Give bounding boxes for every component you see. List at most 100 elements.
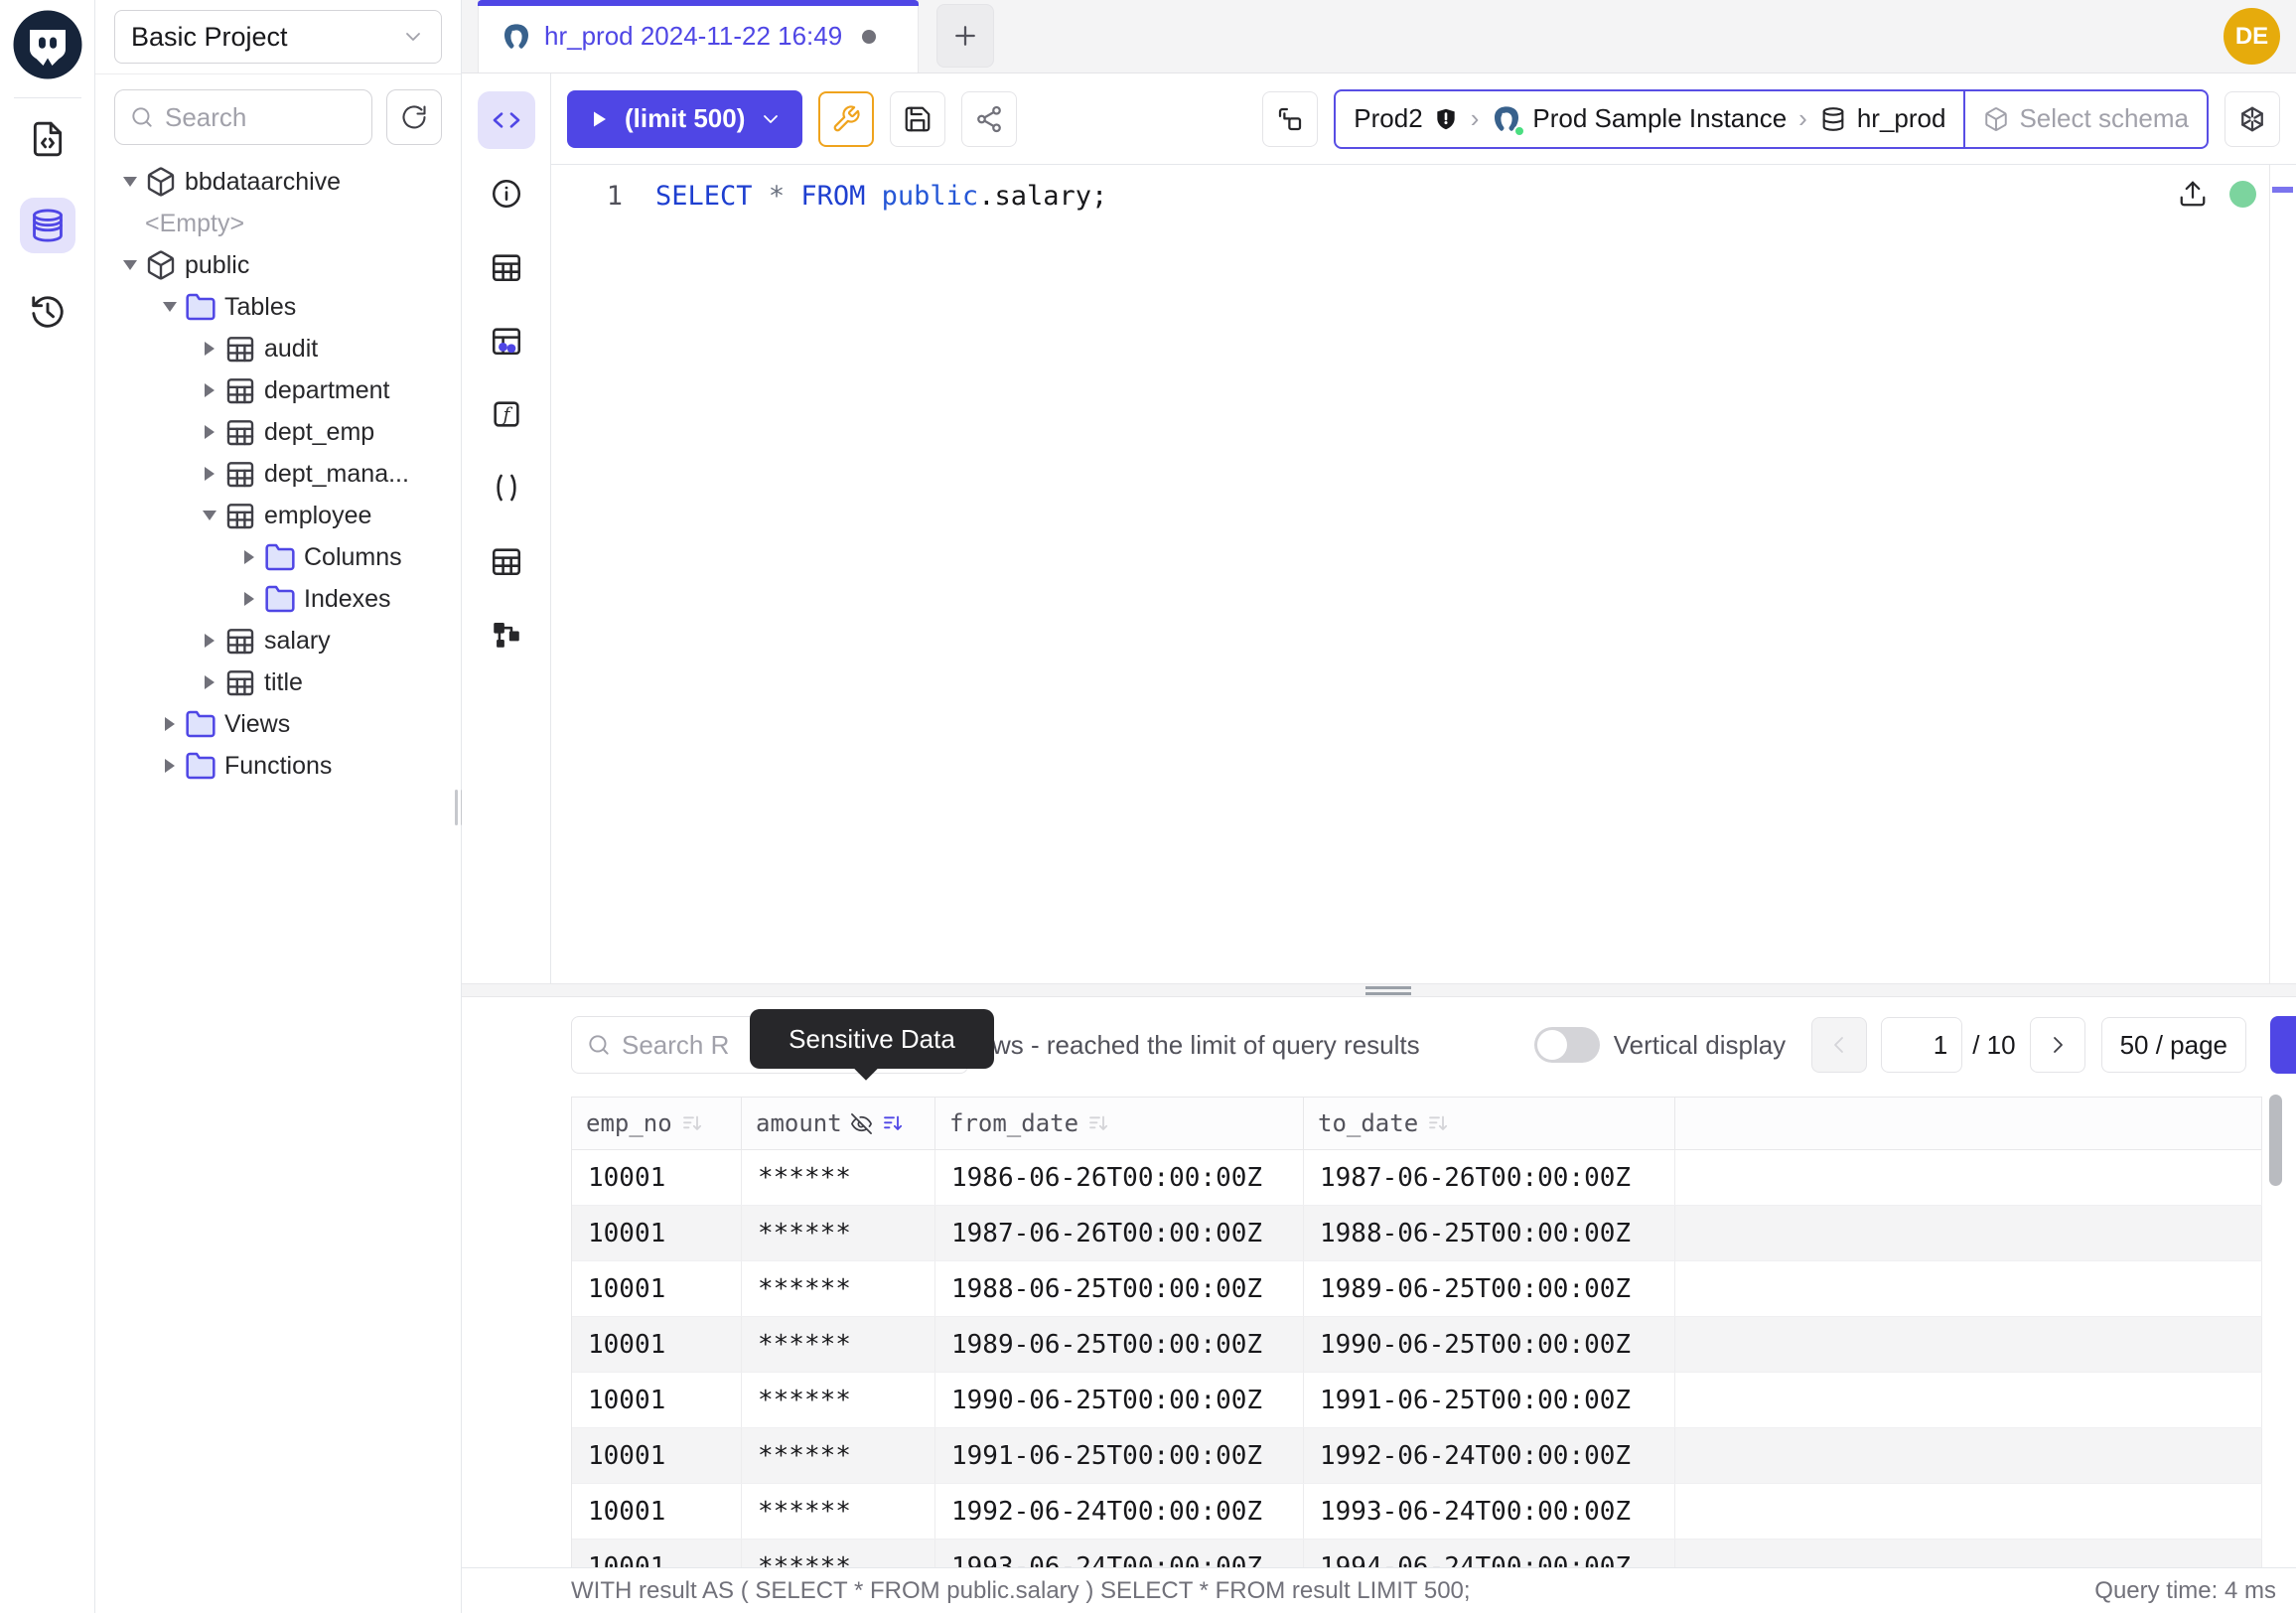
toggle-knob <box>1537 1030 1567 1060</box>
sql-code[interactable]: SELECT * FROM public.salary; <box>623 177 1107 217</box>
share-sheet-button[interactable] <box>961 91 1017 147</box>
sort-icon[interactable] <box>1426 1111 1450 1135</box>
next-page-button[interactable] <box>2030 1017 2085 1073</box>
tree-node-columns[interactable]: Columns <box>95 536 461 578</box>
tree-node-dept_emp[interactable]: dept_emp <box>95 411 461 453</box>
sort-icon[interactable] <box>680 1111 704 1135</box>
tree-node-tables[interactable]: Tables <box>95 286 461 328</box>
grid-scrollbar-thumb[interactable] <box>2269 1095 2282 1186</box>
column-label: from_date <box>949 1109 1078 1137</box>
caret-down-icon[interactable] <box>115 177 145 187</box>
connection-breadcrumb[interactable]: Prod2 › Prod Sample Instance › <box>1334 89 2209 149</box>
caret-right-icon[interactable] <box>155 717 185 731</box>
svg-text:f: f <box>501 405 512 426</box>
page-number-input[interactable] <box>1881 1017 1962 1073</box>
new-tab-button[interactable] <box>936 4 994 68</box>
strip-procedures-button[interactable] <box>478 459 535 516</box>
strip-external-tables-button[interactable] <box>478 532 535 590</box>
editor-minimap[interactable] <box>2269 165 2296 983</box>
ai-assistant-icon <box>2237 104 2267 134</box>
project-select[interactable]: Basic Project <box>114 10 442 64</box>
caret-right-icon[interactable] <box>195 634 224 648</box>
column-header-from_date[interactable]: from_date <box>935 1098 1304 1149</box>
column-header-amount[interactable]: amount <box>742 1098 935 1149</box>
caret-down-icon[interactable] <box>195 511 224 520</box>
table-icon <box>224 416 256 448</box>
caret-right-icon[interactable] <box>195 425 224 439</box>
tree-node-audit[interactable]: audit <box>95 328 461 369</box>
export-edge-button[interactable] <box>2270 1016 2296 1074</box>
eye-off-icon[interactable] <box>850 1112 873 1135</box>
tree-node-employee[interactable]: employee <box>95 495 461 536</box>
ai-assistant-button[interactable] <box>2224 91 2280 147</box>
upload-icon[interactable] <box>2178 179 2208 209</box>
tree-node-functions[interactable]: Functions <box>95 745 461 787</box>
sort-icon[interactable] <box>881 1111 905 1135</box>
tree-node-salary[interactable]: salary <box>95 620 461 661</box>
rail-history-button[interactable] <box>20 284 75 340</box>
chevron-left-icon <box>1827 1033 1851 1057</box>
project-select-label: Basic Project <box>131 22 288 53</box>
tree-node-title[interactable]: title <box>95 661 461 703</box>
connection-button[interactable] <box>1262 91 1318 147</box>
caret-right-icon[interactable] <box>234 550 264 564</box>
page-size-select[interactable]: 50 / page <box>2101 1017 2246 1073</box>
vertical-display-toggle[interactable] <box>1534 1027 1600 1063</box>
caret-right-icon[interactable] <box>195 342 224 356</box>
strip-tables-button[interactable] <box>478 238 535 296</box>
format-sql-button[interactable] <box>818 91 874 147</box>
caret-down-icon[interactable] <box>155 302 185 312</box>
prev-page-button[interactable] <box>1811 1017 1867 1073</box>
tooltip-text: Sensitive Data <box>789 1024 955 1055</box>
table-cell: 1992-06-24T00:00:00Z <box>935 1484 1304 1539</box>
tree-node-bbdataarchive[interactable]: bbdataarchive <box>95 161 461 203</box>
column-header-to_date[interactable]: to_date <box>1304 1098 1675 1149</box>
strip-sensitive-data-button[interactable] <box>478 312 535 369</box>
tree-node--empty-[interactable]: <Empty> <box>95 203 461 244</box>
tree-node-public[interactable]: public <box>95 244 461 286</box>
tree-node-department[interactable]: department <box>95 369 461 411</box>
table-row[interactable]: 10001******1991-06-25T00:00:00Z1992-06-2… <box>572 1428 2262 1484</box>
rail-databases-button[interactable] <box>20 198 75 253</box>
run-options-chevron-icon[interactable] <box>759 107 783 131</box>
strip-info-button[interactable] <box>478 165 535 222</box>
caret-right-icon[interactable] <box>234 592 264 606</box>
sidebar: Basic Project bbdataarchive<Empty>public… <box>95 0 462 1613</box>
panel-resize-grip[interactable] <box>1365 986 1411 995</box>
tree-node-dept_mana-[interactable]: dept_mana... <box>95 453 461 495</box>
refresh-schema-button[interactable] <box>386 89 442 145</box>
select-schema-button[interactable]: Select schema <box>1963 91 2207 147</box>
sql-editor-pane[interactable]: 1 SELECT * FROM public.salary; <box>551 165 2296 983</box>
column-header-emp_no[interactable]: emp_no <box>572 1098 742 1149</box>
table-row[interactable]: 10001******1993-06-24T00:00:00Z1994-06-2… <box>572 1540 2262 1567</box>
bytebase-logo[interactable] <box>12 9 83 80</box>
panel-divider <box>462 983 2296 997</box>
strip-functions-button[interactable]: f <box>478 385 535 443</box>
caret-right-icon[interactable] <box>195 467 224 481</box>
caret-right-icon[interactable] <box>155 759 185 773</box>
environment-name: Prod2 <box>1354 103 1422 134</box>
tab-hr-prod[interactable]: hr_prod 2024-11-22 16:49 <box>478 0 919 73</box>
strip-sql-editor-button[interactable] <box>478 91 535 149</box>
table-row[interactable]: 10001******1989-06-25T00:00:00Z1990-06-2… <box>572 1317 2262 1373</box>
table-row[interactable]: 10001******1990-06-25T00:00:00Z1991-06-2… <box>572 1373 2262 1428</box>
table-cell: 10001 <box>572 1484 742 1539</box>
table-row[interactable]: 10001******1992-06-24T00:00:00Z1993-06-2… <box>572 1484 2262 1540</box>
save-sheet-button[interactable] <box>890 91 945 147</box>
tree-node-indexes[interactable]: Indexes <box>95 578 461 620</box>
table-row[interactable]: 10001******1987-06-26T00:00:00Z1988-06-2… <box>572 1206 2262 1261</box>
rail-worksheets-button[interactable] <box>20 111 75 167</box>
caret-right-icon[interactable] <box>195 383 224 397</box>
table-row[interactable]: 10001******1988-06-25T00:00:00Z1989-06-2… <box>572 1261 2262 1317</box>
caret-down-icon[interactable] <box>115 260 145 270</box>
user-avatar[interactable]: DE <box>2224 8 2280 65</box>
run-query-button[interactable]: (limit 500) <box>567 90 802 148</box>
tree-node-views[interactable]: Views <box>95 703 461 745</box>
instance-engine-icon <box>1491 103 1522 135</box>
strip-schema-diagram-button[interactable] <box>478 606 535 663</box>
sidebar-search-input[interactable] <box>165 102 358 133</box>
sort-icon[interactable] <box>1086 1111 1110 1135</box>
table-icon <box>224 458 256 490</box>
table-row[interactable]: 10001******1986-06-26T00:00:00Z1987-06-2… <box>572 1150 2262 1206</box>
caret-right-icon[interactable] <box>195 675 224 689</box>
